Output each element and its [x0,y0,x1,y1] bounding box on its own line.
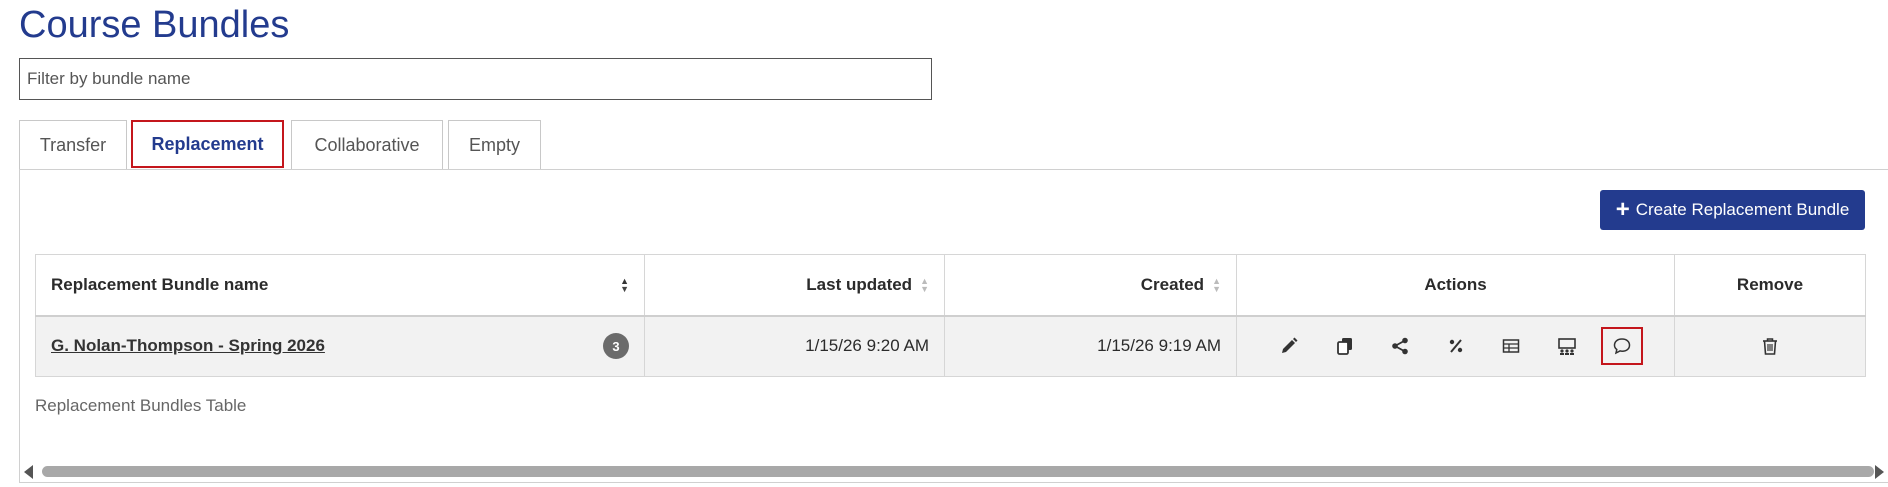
bundle-name-cell: G. Nolan-Thompson - Spring 2026 3 [35,315,645,377]
horizontal-scrollbar[interactable] [20,461,1888,483]
create-button-label: Create Replacement Bundle [1635,200,1850,219]
column-header-remove: Remove [1674,254,1866,317]
percent-button[interactable] [1435,327,1477,365]
table-caption: Replacement Bundles Table [35,396,247,415]
scroll-right-arrow-icon[interactable] [1875,465,1884,479]
table-button[interactable] [1490,327,1532,365]
table-icon [1502,339,1520,353]
table-row: G. Nolan-Thompson - Spring 2026 3 1/15/2… [35,315,1866,377]
page-title: Course Bundles [19,4,290,46]
sort-icon: ▲ ▼ [620,275,629,294]
remove-button[interactable] [1749,327,1791,365]
scroll-left-arrow-icon[interactable] [24,465,33,479]
presentation-button[interactable] [1546,327,1588,365]
column-header-actions: Actions [1236,254,1675,317]
table-header-row: Replacement Bundle name ▲ ▼ Last updated … [35,254,1866,317]
create-replacement-bundle-button[interactable]: + Create Replacement Bundle [1600,190,1865,230]
edit-button[interactable] [1268,327,1310,365]
comment-icon [1613,338,1631,355]
bundle-name-link[interactable]: G. Nolan-Thompson - Spring 2026 [51,336,325,356]
column-header-name-label: Replacement Bundle name [51,274,269,294]
share-icon [1392,337,1408,355]
plus-icon: + [1615,196,1630,223]
copy-button[interactable] [1324,327,1366,365]
actions-cell [1236,315,1675,377]
trash-icon [1763,338,1777,356]
pencil-icon [1282,337,1298,354]
tab-replacement[interactable]: Replacement [131,120,284,168]
column-header-last-updated[interactable]: Last updated ▲ ▼ [644,254,945,317]
tab-collaborative[interactable]: Collaborative [291,120,443,170]
last-updated-cell: 1/15/26 9:20 AM [644,315,945,377]
tab-empty[interactable]: Empty [448,120,541,170]
copy-icon [1336,338,1352,356]
column-header-created-label: Created [1140,274,1205,294]
created-cell: 1/15/26 9:19 AM [944,315,1237,377]
percent-icon [1449,339,1462,353]
replacement-bundles-table: Replacement Bundle name ▲ ▼ Last updated … [35,254,1866,377]
presentation-icon [1557,338,1576,356]
remove-cell [1674,315,1866,377]
scroll-thumb[interactable] [42,466,1874,477]
tab-transfer[interactable]: Transfer [19,120,127,170]
course-count-badge: 3 [603,333,629,360]
share-button[interactable] [1379,327,1421,365]
sort-icon: ▲ ▼ [920,275,929,294]
column-header-updated-label: Last updated [806,274,913,294]
column-header-created[interactable]: Created ▲ ▼ [944,254,1237,317]
column-header-remove-label: Remove [1736,274,1804,294]
comment-button[interactable] [1601,327,1643,366]
filter-input[interactable] [19,58,932,100]
sort-icon: ▲ ▼ [1212,275,1221,294]
column-header-name[interactable]: Replacement Bundle name ▲ ▼ [35,254,645,317]
column-header-actions-label: Actions [1424,274,1487,294]
